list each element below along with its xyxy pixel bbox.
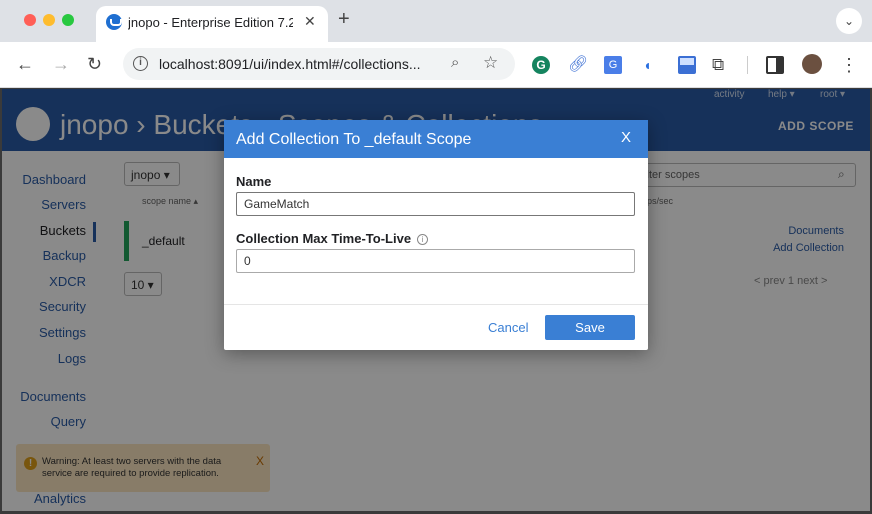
info-icon[interactable]: i: [417, 234, 429, 245]
forward-arrow-icon[interactable]: →: [52, 54, 70, 74]
ttl-label: Collection Max Time-To-Live i: [236, 231, 429, 246]
droplet-extension-icon[interactable]: ◖: [643, 56, 661, 74]
name-label: Name: [236, 174, 272, 189]
dialog-title: Add Collection To _default Scope: [236, 131, 472, 148]
image-extension-icon[interactable]: [678, 56, 696, 74]
site-info-icon[interactable]: i: [133, 56, 148, 71]
dialog-footer-divider: [224, 304, 648, 305]
tab-search-menu-button[interactable]: ⌄: [836, 8, 862, 34]
translate-extension-icon[interactable]: G: [604, 56, 622, 74]
browser-menu-icon[interactable]: ⋮: [840, 56, 858, 74]
cancel-button[interactable]: Cancel: [488, 320, 528, 335]
browser-tab-strip: jnopo - Enterprise Edition 7.2 ✕ + ⌄: [0, 0, 872, 42]
reload-icon[interactable]: ↻: [87, 54, 102, 74]
tab-close-icon[interactable]: ✕: [304, 13, 316, 30]
tab-title: jnopo - Enterprise Edition 7.2: [128, 15, 293, 30]
couchbase-favicon-icon: [106, 14, 122, 30]
grammarly-extension-icon[interactable]: G: [532, 56, 550, 74]
collection-name-input[interactable]: [236, 192, 635, 216]
ttl-label-text: Collection Max Time-To-Live: [236, 231, 412, 246]
new-tab-button[interactable]: +: [338, 9, 350, 29]
window-minimize-button[interactable]: [43, 14, 55, 26]
browser-toolbar: ← → ↻ i localhost:8091/ui/index.html#/co…: [0, 42, 872, 88]
address-bar[interactable]: i localhost:8091/ui/index.html#/collecti…: [123, 48, 515, 80]
toolbar-divider: [747, 56, 748, 74]
back-arrow-icon[interactable]: ←: [16, 54, 34, 74]
extensions-puzzle-icon[interactable]: ⧉: [712, 56, 730, 74]
link-extension-icon[interactable]: 🔗︎: [568, 56, 588, 74]
save-button[interactable]: Save: [545, 315, 635, 340]
profile-avatar[interactable]: [802, 54, 822, 74]
side-panel-icon[interactable]: [766, 56, 784, 74]
bookmark-star-icon[interactable]: ☆: [483, 53, 498, 73]
browser-tab[interactable]: jnopo - Enterprise Edition 7.2 ✕: [96, 6, 328, 42]
max-ttl-input[interactable]: [236, 249, 635, 273]
url-text[interactable]: localhost:8091/ui/index.html#/collection…: [159, 56, 420, 72]
window-close-button[interactable]: [24, 14, 36, 26]
add-collection-dialog: Add Collection To _default Scope X Name …: [224, 120, 648, 350]
dialog-close-button[interactable]: X: [621, 129, 631, 146]
window-maximize-button[interactable]: [62, 14, 74, 26]
zoom-icon[interactable]: ⌕: [451, 54, 459, 71]
dialog-header: Add Collection To _default Scope X: [224, 120, 648, 158]
